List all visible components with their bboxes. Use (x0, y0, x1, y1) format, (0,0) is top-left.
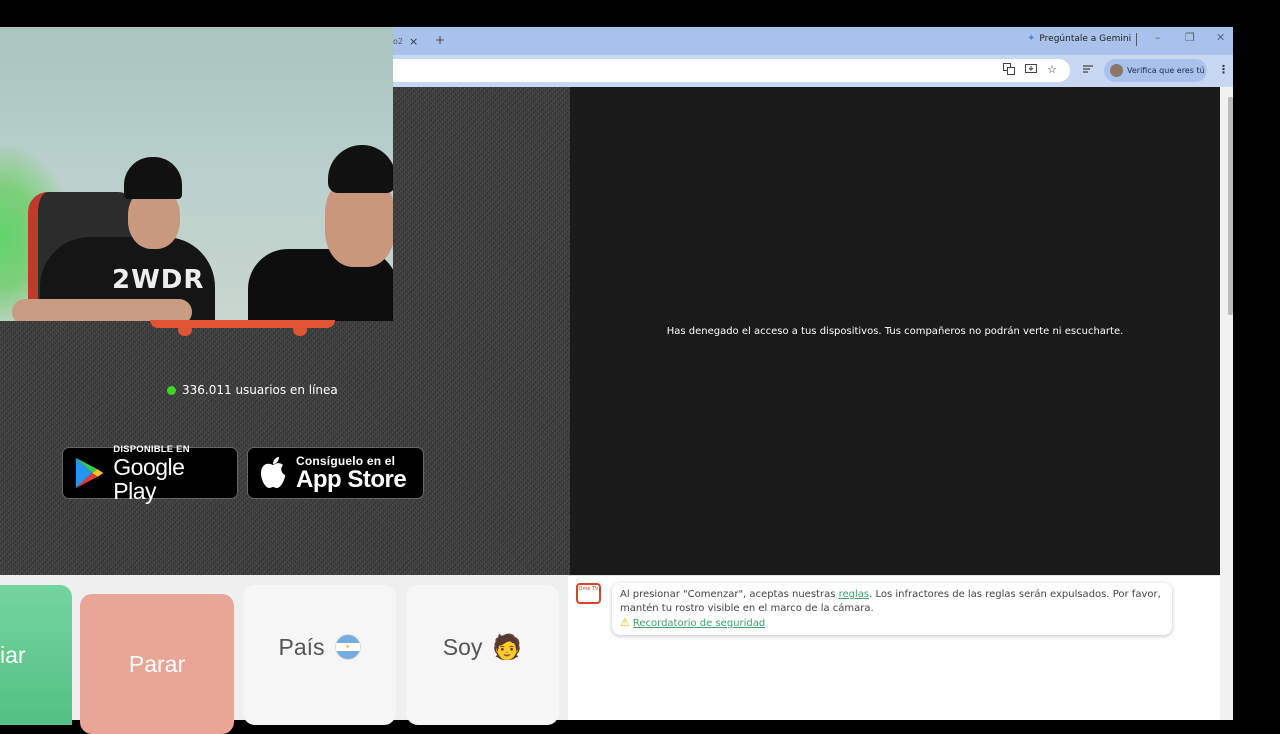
close-window-button[interactable]: ✕ (1216, 31, 1225, 44)
browser-menu-icon[interactable]: ⋮ (1218, 63, 1229, 76)
person-right-hair (328, 145, 393, 193)
me-label: Soy (442, 633, 483, 660)
app-store-badge[interactable]: Consíguelo en el App Store (247, 447, 424, 499)
page-scrollbar-thumb[interactable] (1228, 97, 1233, 315)
tab-close-icon[interactable]: × (409, 35, 418, 48)
tab-title: o2 (393, 36, 403, 46)
new-tab-button[interactable]: + (435, 33, 445, 47)
google-play-icon (75, 457, 104, 489)
translate-icon[interactable] (1003, 63, 1015, 78)
stop-label: Parar (128, 650, 186, 677)
resize-handle-left[interactable] (178, 324, 192, 336)
start-label: iar (0, 641, 26, 668)
stop-button[interactable]: Parar (80, 594, 234, 734)
country-label: País (278, 633, 325, 660)
ometv-logo-icon: Ome TV (576, 583, 601, 604)
shirt-print: 2WDR (112, 265, 205, 295)
online-dot-icon (167, 385, 176, 395)
tabbar-divider (1136, 33, 1137, 46)
profile-verify-button[interactable]: Verifica que eres tú (1104, 59, 1207, 82)
gender-select-button[interactable]: Soy 🧑 (406, 585, 559, 725)
boy-emoji-icon: 🧑 (492, 633, 523, 661)
google-play-badge[interactable]: DISPONIBLE EN Google Play (62, 443, 238, 503)
avatar (1110, 64, 1123, 77)
self-webcam-feed: 2WDR (0, 27, 393, 321)
gemini-sparkle-icon: ✦ (1027, 33, 1036, 44)
google-play-big-text: Google Play (113, 453, 185, 504)
verify-label: Verifica que eres tú (1127, 66, 1205, 75)
argentina-flag-icon: ● (334, 634, 361, 660)
gemini-label: Pregúntale a Gemini (1039, 33, 1132, 44)
install-app-icon[interactable] (1025, 63, 1037, 78)
restore-button[interactable]: ❐ (1185, 31, 1195, 44)
reading-list-icon[interactable] (1082, 63, 1094, 78)
online-users-count: 336.011 usuarios en línea (182, 383, 338, 397)
person-left-arm (12, 299, 192, 321)
safety-reminder-link[interactable]: Recordatorio de seguridad (633, 618, 765, 629)
country-filter-button[interactable]: País ● (243, 585, 396, 725)
minimize-button[interactable]: – (1155, 31, 1161, 44)
address-bar[interactable] (393, 59, 1070, 82)
person-left-cap (124, 157, 182, 199)
warning-icon: ⚠ (620, 616, 630, 629)
system-message: Al presionar "Comenzar", aceptas nuestra… (612, 583, 1172, 635)
device-denied-message: Has denegado el acceso a tus dispositivo… (666, 325, 1124, 337)
online-users-indicator: 336.011 usuarios en línea (167, 383, 338, 397)
ask-gemini-button[interactable]: ✦ Pregúntale a Gemini (1027, 33, 1131, 44)
apple-icon (261, 457, 285, 488)
start-button[interactable]: iar (0, 585, 72, 725)
app-store-big-text: App Store (296, 466, 407, 493)
browser-tab[interactable]: o2 × (393, 33, 435, 49)
msg-prefix: Al presionar "Comenzar", aceptas nuestra… (620, 589, 839, 600)
stranger-video-panel: Has denegado el acceso a tus dispositivo… (570, 87, 1220, 575)
resize-handle-right[interactable] (293, 324, 307, 336)
google-play-small-text: DISPONIBLE EN (113, 443, 190, 455)
bookmark-star-icon[interactable]: ☆ (1047, 63, 1057, 76)
rules-link[interactable]: reglas (839, 589, 870, 600)
